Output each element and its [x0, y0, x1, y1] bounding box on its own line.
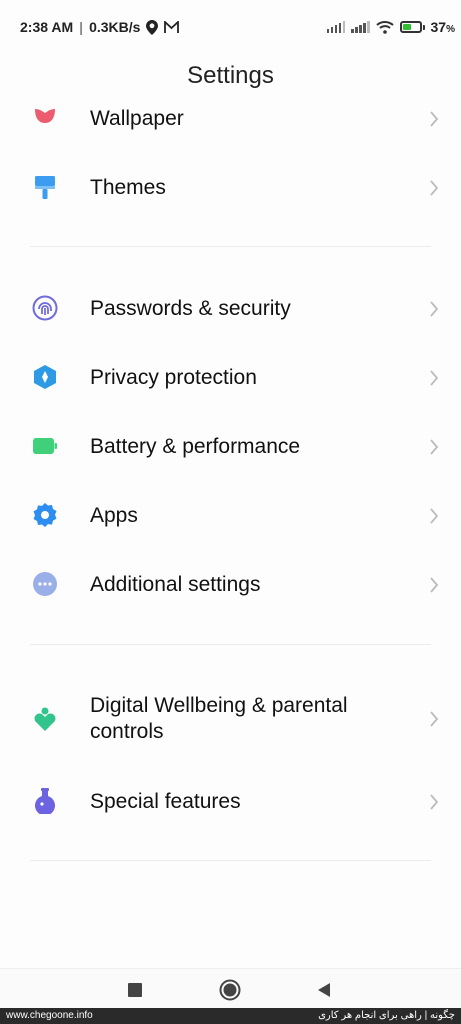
settings-item-wallpaper[interactable]: Wallpaper: [0, 86, 461, 150]
battery-icon: [33, 438, 57, 454]
chevron-right-icon: [430, 180, 439, 196]
settings-item-digital-wellbeing[interactable]: Digital Wellbeing & parental controls: [0, 686, 461, 756]
item-label: Additional settings: [90, 573, 261, 596]
status-right: 37%: [326, 19, 455, 35]
battery-percent: 37%: [430, 19, 455, 35]
more-dots-icon: [33, 572, 57, 596]
location-pin-icon: [146, 19, 159, 35]
signal-icon: [351, 21, 370, 33]
settings-item-privacy-protection[interactable]: Privacy protection: [0, 345, 461, 409]
section-divider: [30, 644, 431, 645]
clock: 2:38 AM: [20, 19, 74, 35]
privacy-shield-icon: [34, 365, 56, 389]
signal-icon: [326, 21, 346, 33]
gear-icon: [33, 503, 57, 527]
settings-item-apps[interactable]: Apps: [0, 483, 461, 547]
watermark-footer: www.chegoone.info چگونه | راهی برای انجا…: [0, 1008, 461, 1024]
navigation-bar: [0, 968, 461, 1009]
chevron-right-icon: [430, 794, 439, 810]
wellbeing-heart-icon: [34, 707, 56, 731]
settings-item-passwords-security[interactable]: Passwords & security: [0, 276, 461, 340]
chevron-right-icon: [430, 301, 439, 317]
wifi-icon: [375, 21, 394, 34]
flask-icon: [35, 788, 55, 814]
item-label: Special features: [90, 790, 241, 813]
network-speed: 0.3KB/s: [89, 19, 141, 35]
item-label: Digital Wellbeing & parental controls: [90, 694, 348, 743]
chevron-right-icon: [430, 439, 439, 455]
item-label: Apps: [90, 504, 138, 527]
footer-url: www.chegoone.info: [6, 1010, 93, 1021]
home-icon[interactable]: [219, 979, 241, 1001]
item-label: Passwords & security: [90, 297, 291, 320]
status-left: 2:38 AM | 0.3KB/s: [20, 19, 180, 35]
mail-icon: [164, 20, 180, 33]
section-divider: [30, 246, 431, 247]
chevron-right-icon: [430, 508, 439, 524]
status-bar: 2:38 AM | 0.3KB/s 37%: [0, 0, 461, 52]
settings-item-battery-performance[interactable]: Battery & performance: [0, 414, 461, 478]
chevron-right-icon: [430, 111, 439, 127]
footer-tagline: چگونه | راهی برای انجام هر کاری: [318, 1010, 455, 1021]
settings-item-themes[interactable]: Themes: [0, 155, 461, 219]
fingerprint-icon: [32, 295, 58, 321]
settings-item-special-features[interactable]: Special features: [0, 769, 461, 833]
paint-roller-icon: [35, 176, 55, 199]
back-icon[interactable]: [316, 982, 332, 998]
chevron-right-icon: [430, 577, 439, 593]
recent-apps-icon[interactable]: [128, 983, 142, 997]
item-label: Battery & performance: [90, 435, 301, 458]
settings-item-additional-settings[interactable]: Additional settings: [0, 552, 461, 616]
item-label: Themes: [90, 176, 166, 199]
item-label: Wallpaper: [90, 107, 184, 130]
tulip-icon: [35, 109, 55, 123]
chevron-right-icon: [430, 711, 439, 727]
section-divider: [30, 860, 431, 861]
chevron-right-icon: [430, 370, 439, 386]
battery-status-icon: [399, 21, 425, 33]
item-label: Privacy protection: [90, 366, 257, 389]
